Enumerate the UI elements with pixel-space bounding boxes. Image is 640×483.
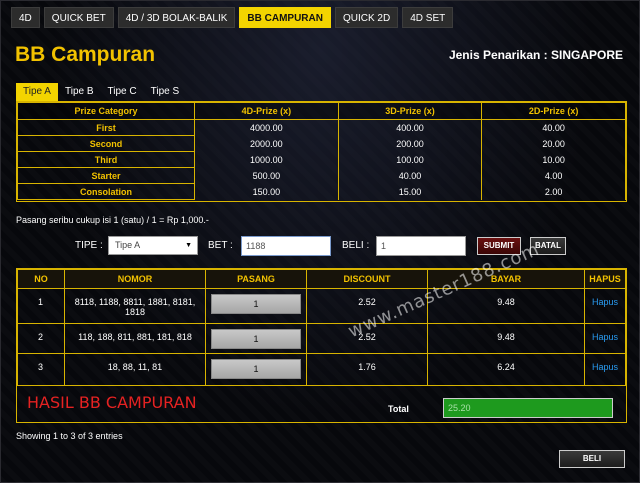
prize-category: Third <box>17 151 195 168</box>
tab-4d-set[interactable]: 4D SET <box>402 7 454 28</box>
tab-tipe-s[interactable]: Tipe S <box>144 83 187 101</box>
bet-hapus-cell: Hapus <box>584 353 626 386</box>
prize-header-row: Prize Category 4D-Prize (x) 3D-Prize (x)… <box>17 102 626 120</box>
prize-table: Prize Category 4D-Prize (x) 3D-Prize (x)… <box>16 101 627 202</box>
bet-no: 3 <box>17 353 65 386</box>
bets-header-hapus: HAPUS <box>584 269 626 289</box>
tipe-select-value: Tipe A <box>115 240 141 250</box>
prize-3d: 100.00 <box>337 151 483 168</box>
tipe-tabs: Tipe A Tipe B Tipe C Tipe S <box>16 83 186 101</box>
bet-nomor: 18, 88, 11, 81 <box>64 353 206 386</box>
prize-3d: 200.00 <box>337 135 483 152</box>
bets-header-row: NO NOMOR PASANG DISCOUNT BAYAR HAPUS <box>17 269 626 289</box>
bet-no: 2 <box>17 323 65 354</box>
bet-nomor: 8118, 1188, 8811, 1881, 8181, 1818 <box>64 288 206 324</box>
prize-3d: 15.00 <box>337 183 483 200</box>
hasil-label: HASIL BB CAMPURAN <box>27 393 197 412</box>
beli-label: BELI : <box>342 240 370 251</box>
bet-pasang-cell: 1 <box>205 288 307 324</box>
prize-2d: 2.00 <box>481 183 626 200</box>
total-label: Total <box>388 404 409 414</box>
bet-bayar: 6.24 <box>427 353 585 386</box>
bet-no: 1 <box>17 288 65 324</box>
tab-quick-bet[interactable]: QUICK BET <box>43 7 114 28</box>
pasang-input[interactable]: 1 <box>211 359 301 379</box>
prize-4d: 1000.00 <box>194 151 339 168</box>
prize-header-3d: 3D-Prize (x) <box>337 102 483 120</box>
tab-tipe-c[interactable]: Tipe C <box>101 83 144 101</box>
tab-tipe-a[interactable]: Tipe A <box>16 83 58 101</box>
tab-tipe-b[interactable]: Tipe B <box>58 83 101 101</box>
prize-row: Consolation 150.00 15.00 2.00 <box>17 183 626 200</box>
prize-2d: 40.00 <box>481 119 626 136</box>
prize-header-4d: 4D-Prize (x) <box>194 102 339 120</box>
tipe-select[interactable]: Tipe A ▼ <box>108 236 198 255</box>
chevron-down-icon: ▼ <box>185 242 192 249</box>
pasang-input[interactable]: 1 <box>211 294 301 314</box>
tab-4d-3d-bolak-balik[interactable]: 4D / 3D BOLAK-BALIK <box>117 7 236 28</box>
pasang-input[interactable]: 1 <box>211 329 301 349</box>
top-nav: 4D QUICK BET 4D / 3D BOLAK-BALIK BB CAMP… <box>11 7 454 28</box>
hapus-link[interactable]: Hapus <box>592 362 618 372</box>
hapus-link[interactable]: Hapus <box>592 332 618 342</box>
bet-pasang-cell: 1 <box>205 323 307 354</box>
bet-hapus-cell: Hapus <box>584 288 626 324</box>
prize-4d: 500.00 <box>194 167 339 184</box>
bet-pasang-cell: 1 <box>205 353 307 386</box>
prize-4d: 4000.00 <box>194 119 339 136</box>
prize-category: Consolation <box>17 183 195 200</box>
info-text: Pasang seribu cukup isi 1 (satu) / 1 = R… <box>16 215 209 225</box>
bet-hapus-cell: Hapus <box>584 323 626 354</box>
tab-bb-campuran[interactable]: BB CAMPURAN <box>239 7 331 28</box>
hapus-link[interactable]: Hapus <box>592 297 618 307</box>
prize-row: Starter 500.00 40.00 4.00 <box>17 167 626 184</box>
prize-row: Third 1000.00 100.00 10.00 <box>17 151 626 168</box>
prize-category: First <box>17 119 195 136</box>
prize-category: Starter <box>17 167 195 184</box>
tab-quick-2d[interactable]: QUICK 2D <box>334 7 399 28</box>
bets-header-no: NO <box>17 269 65 289</box>
prize-row: Second 2000.00 200.00 20.00 <box>17 135 626 152</box>
prize-header-2d: 2D-Prize (x) <box>481 102 626 120</box>
bet-input[interactable]: 1188 <box>241 236 331 256</box>
prize-header-category: Prize Category <box>17 102 195 120</box>
prize-4d: 150.00 <box>194 183 339 200</box>
bet-label: BET : <box>208 240 233 251</box>
page-title: BB Campuran <box>15 43 156 66</box>
beli-input[interactable]: 1 <box>376 236 466 256</box>
bets-header-nomor: NOMOR <box>64 269 206 289</box>
prize-2d: 20.00 <box>481 135 626 152</box>
total-field: 25.20 <box>443 398 613 418</box>
prize-2d: 10.00 <box>481 151 626 168</box>
tab-4d[interactable]: 4D <box>11 7 40 28</box>
prize-row: First 4000.00 400.00 40.00 <box>17 119 626 136</box>
bet-bayar: 9.48 <box>427 323 585 354</box>
tipe-label: TIPE : <box>75 240 103 251</box>
table-row: 3 18, 88, 11, 81 1 1.76 6.24 Hapus <box>17 353 626 386</box>
bet-discount: 1.76 <box>306 353 428 386</box>
prize-2d: 4.00 <box>481 167 626 184</box>
prize-3d: 400.00 <box>337 119 483 136</box>
beli-button[interactable]: BELI <box>559 450 625 468</box>
prize-3d: 40.00 <box>337 167 483 184</box>
bets-header-pasang: PASANG <box>205 269 307 289</box>
prize-4d: 2000.00 <box>194 135 339 152</box>
jenis-penarikan: Jenis Penarikan : SINGAPORE <box>448 48 623 62</box>
entries-info: Showing 1 to 3 of 3 entries <box>16 431 123 441</box>
bet-nomor: 118, 188, 811, 881, 181, 818 <box>64 323 206 354</box>
bets-header-discount: DISCOUNT <box>306 269 428 289</box>
table-row: 1 8118, 1188, 8811, 1881, 8181, 1818 1 2… <box>17 288 626 324</box>
prize-category: Second <box>17 135 195 152</box>
table-row: 2 118, 188, 811, 881, 181, 818 1 2.52 9.… <box>17 323 626 354</box>
